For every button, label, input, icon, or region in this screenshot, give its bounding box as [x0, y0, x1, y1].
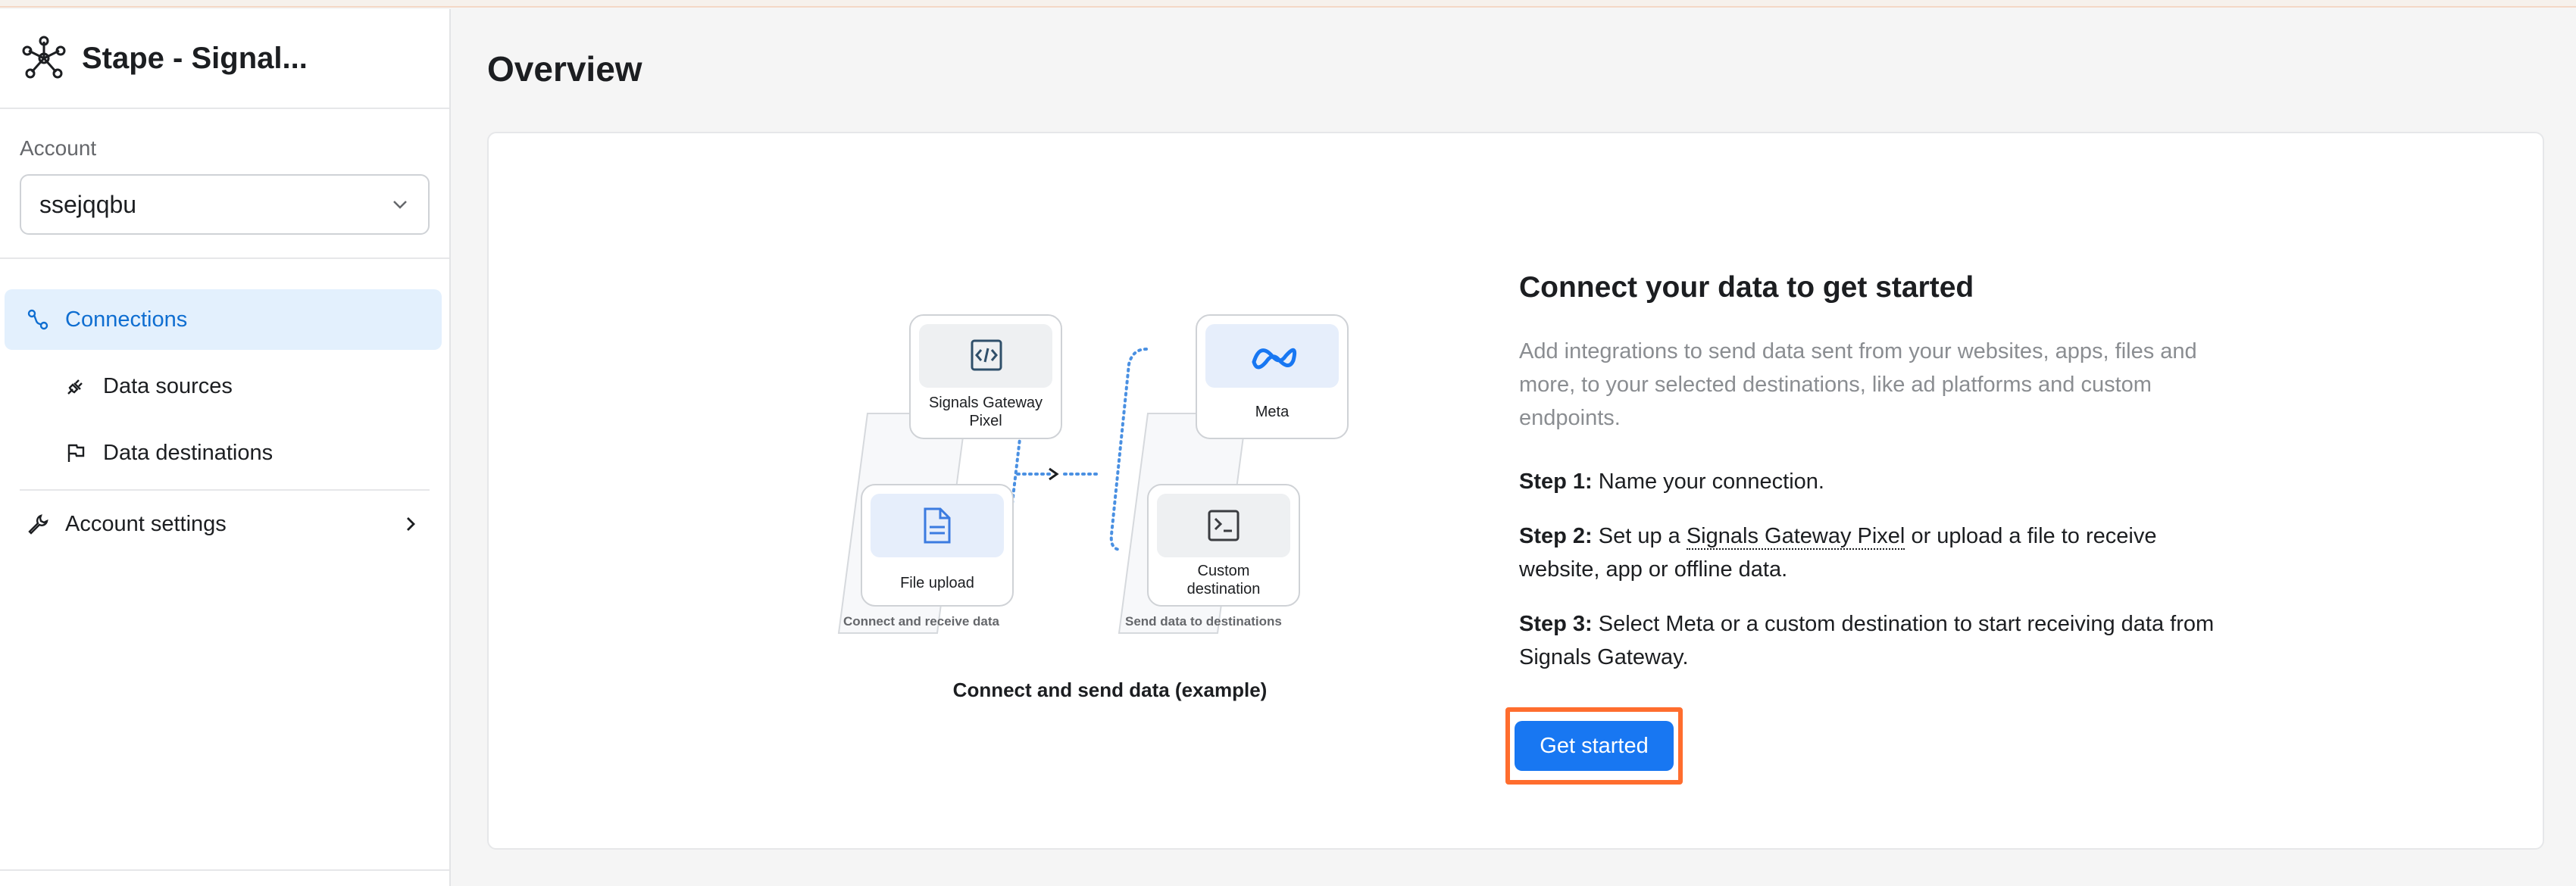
sidebar-item-label: Data sources: [103, 373, 233, 398]
chevron-right-icon: [407, 517, 415, 531]
step-1-text: Name your connection.: [1598, 470, 1824, 494]
connections-icon: [26, 307, 50, 332]
main-content: Overview Connect and receive data Send d…: [451, 9, 2576, 886]
sidebar-item-label: Data destinations: [103, 440, 274, 465]
get-started-highlight: Get started: [1505, 707, 1683, 785]
top-border: [0, 0, 2576, 8]
nav-divider: [20, 489, 430, 491]
file-upload-card-label: File upload: [900, 575, 974, 591]
step-1-label: Step 1:: [1519, 470, 1593, 494]
connect-receive-label: Connect and receive data: [843, 614, 1000, 629]
account-section: Account ssejqqbu: [0, 109, 449, 259]
pixel-card-label-2: Pixel: [969, 413, 1002, 429]
step-3: Step 3: Select Meta or a custom destinat…: [1519, 607, 2216, 674]
page-title: Overview: [487, 49, 642, 89]
plug-icon: [64, 374, 88, 398]
step-3-text: Select Meta or a custom destination to s…: [1519, 612, 2215, 669]
sidebar: Stape - Signal... Account ssejqqbu Conne…: [0, 9, 451, 886]
sidebar-item-label: Connections: [65, 307, 188, 332]
send-destinations-label: Send data to destinations: [1125, 614, 1282, 629]
custom-dest-card-label: Custom: [1198, 563, 1250, 579]
meta-card-label: Meta: [1255, 404, 1290, 420]
step-1: Step 1: Name your connection.: [1519, 465, 2216, 498]
step-2: Step 2: Set up a Signals Gateway Pixel o…: [1519, 519, 2216, 586]
chevron-down-icon: [393, 201, 407, 209]
pixel-card-label: Signals Gateway: [929, 395, 1043, 411]
sidebar-item-account-settings[interactable]: Account settings: [5, 494, 442, 554]
step-2-label: Step 2:: [1519, 524, 1593, 548]
app-name: Stape - Signal...: [82, 41, 308, 75]
step-3-label: Step 3:: [1519, 612, 1593, 636]
connect-heading: Connect your data to get started: [1519, 271, 1974, 304]
sidebar-item-data-destinations[interactable]: Data destinations: [5, 423, 442, 483]
account-dropdown[interactable]: ssejqqbu: [20, 174, 430, 235]
connect-description: Add integrations to send data sent from …: [1519, 339, 2197, 430]
step-2-pre: Set up a: [1598, 524, 1680, 548]
illustration-caption: Connect and send data (example): [952, 679, 1268, 701]
app-logo-icon: [22, 36, 66, 79]
sidebar-nav: Connections Data sources Data destinatio…: [0, 259, 449, 554]
account-label: Account: [20, 136, 97, 160]
connect-section: Connect your data to get started Add int…: [1519, 271, 2216, 695]
sidebar-item-data-sources[interactable]: Data sources: [5, 356, 442, 416]
sidebar-item-label: Account settings: [65, 511, 227, 536]
sidebar-item-connections[interactable]: Connections: [5, 289, 442, 350]
account-value: ssejqqbu: [39, 190, 137, 218]
sidebar-footer: [0, 869, 449, 886]
connect-illustration: Connect and receive data Send data to de…: [837, 314, 1349, 634]
flag-icon: [64, 441, 88, 465]
get-started-button[interactable]: Get started: [1515, 721, 1674, 771]
custom-dest-card-label-2: destination: [1187, 581, 1261, 597]
wrench-icon: [26, 512, 50, 536]
brand-header: Stape - Signal...: [0, 9, 449, 109]
signals-gateway-pixel-link[interactable]: Signals Gateway Pixel: [1686, 524, 1905, 550]
overview-card: Connect and receive data Send data to de…: [487, 132, 2544, 850]
